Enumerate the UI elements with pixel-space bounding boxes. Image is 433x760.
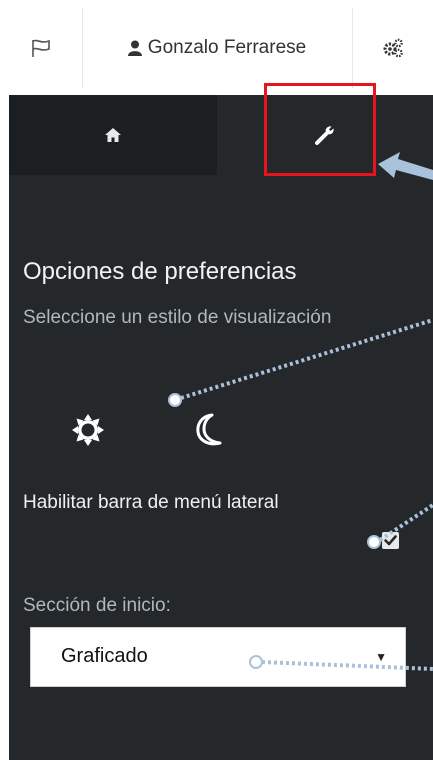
user-menu[interactable]: Gonzalo Ferrarese [82,8,353,88]
preferences-title: Opciones de preferencias [23,258,297,285]
sun-icon[interactable] [70,412,106,448]
cogs-icon [383,38,403,58]
chevron-down-icon: ▼ [375,650,387,664]
style-label: Seleccione un estilo de visualización [23,307,332,328]
moon-icon[interactable] [192,412,226,448]
start-section-value: Graficado [61,645,148,667]
settings-button[interactable] [352,8,433,88]
user-name: Gonzalo Ferrarese [147,37,307,58]
flag-button[interactable] [0,8,83,88]
start-section-label: Sección de inicio: [23,595,171,616]
check-icon [384,535,397,546]
top-navbar: Gonzalo Ferrarese [0,0,433,95]
sidebar-toggle-label: Habilitar barra de menú lateral [23,492,279,513]
style-selector [70,408,270,452]
tab-home[interactable] [9,95,217,175]
highlight-box [264,83,376,176]
home-icon [105,128,121,142]
flag-icon [32,39,50,57]
start-section-select[interactable]: Graficado ▼ [30,627,406,687]
sidebar-toggle-checkbox[interactable] [382,532,399,549]
user-icon [127,40,142,56]
